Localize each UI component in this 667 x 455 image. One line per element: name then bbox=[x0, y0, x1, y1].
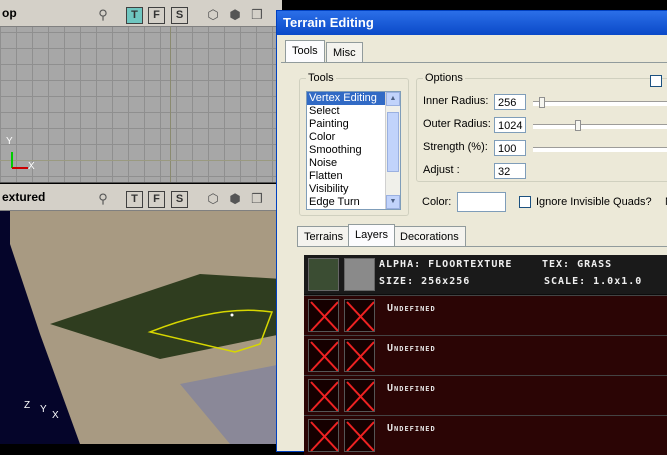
tab-terrains[interactable]: Terrains bbox=[297, 226, 351, 247]
front-view-button[interactable]: F bbox=[148, 191, 165, 208]
viewport-divider bbox=[0, 182, 282, 183]
tools-list[interactable]: Vertex Editing Select Painting Color Smo… bbox=[306, 91, 401, 210]
layer-size-text: SIZE: 256x256 bbox=[379, 276, 471, 287]
window-title[interactable]: Terrain Editing bbox=[277, 11, 667, 35]
tab-decorations[interactable]: Decorations bbox=[393, 226, 466, 247]
tools-group-label: Tools bbox=[306, 72, 336, 84]
layer-name: Undefined bbox=[387, 423, 436, 434]
layer-row[interactable]: Undefined bbox=[304, 415, 667, 455]
options-group-label: Options bbox=[423, 72, 465, 84]
outer-radius-input[interactable]: 1024 bbox=[494, 117, 526, 133]
ignore-invisible-checkbox[interactable] bbox=[519, 196, 531, 208]
cube-shaded-icon[interactable]: ⬢ bbox=[227, 7, 243, 23]
options-toggle-checkbox[interactable] bbox=[650, 75, 662, 87]
side-view-button[interactable]: S bbox=[171, 191, 188, 208]
layer-row[interactable]: Undefined bbox=[304, 375, 667, 415]
outer-radius-label: Outer Radius: bbox=[423, 118, 491, 130]
axis-x-label: X bbox=[52, 410, 59, 421]
terrain-editing-window[interactable]: Terrain Editing Tools Misc Tools Vertex … bbox=[276, 10, 667, 455]
subtab-divider bbox=[297, 246, 667, 247]
tab-divider bbox=[281, 62, 667, 63]
adjust-label: Adjust : bbox=[423, 164, 460, 176]
viewport-toolbar: extured ⚲ T F S ⬡ ⬢ ❒ bbox=[0, 184, 282, 211]
outer-radius-slider-track[interactable] bbox=[533, 124, 667, 129]
axis-z-label: Z bbox=[24, 400, 31, 411]
person-icon[interactable]: ⚲ bbox=[95, 191, 111, 207]
viewport-title: op bbox=[2, 6, 17, 20]
axis-y-label: Y bbox=[40, 404, 47, 415]
cube-solid-icon[interactable]: ❒ bbox=[249, 191, 265, 207]
viewport-title: extured bbox=[2, 190, 46, 204]
undefined-texture-icon bbox=[308, 339, 339, 372]
inner-radius-label: Inner Radius: bbox=[423, 95, 489, 107]
inner-radius-slider-thumb[interactable] bbox=[538, 97, 545, 108]
viewport-toolbar: op ⚲ T F S ⬡ ⬢ ❒ bbox=[0, 0, 282, 27]
options-group: Options Inner Radius: 256 Outer Radius: … bbox=[416, 72, 667, 182]
layer-name: Undefined bbox=[387, 303, 436, 314]
tools-scrollbar[interactable]: ▲ ▼ bbox=[385, 92, 400, 209]
axis-x-label: X bbox=[28, 161, 35, 172]
layer-alpha-text: ALPHA: FLOORTEXTURE bbox=[379, 259, 513, 270]
outer-radius-slider-thumb[interactable] bbox=[575, 120, 581, 131]
layers-panel[interactable]: ALPHA: FLOORTEXTURE TEX: GRASS SIZE: 256… bbox=[304, 255, 667, 455]
cube-view-icon[interactable]: ⬡ bbox=[205, 191, 221, 207]
undefined-alpha-icon bbox=[344, 339, 375, 372]
color-label: Color: bbox=[422, 196, 452, 208]
layer-row[interactable]: Undefined bbox=[304, 295, 667, 335]
tab-tools[interactable]: Tools bbox=[285, 40, 325, 62]
textured-viewport[interactable]: extured ⚲ T F S ⬡ ⬢ ❒ Z Y X bbox=[0, 184, 282, 444]
undefined-texture-icon bbox=[308, 299, 339, 332]
top-view-button[interactable]: T bbox=[126, 7, 143, 24]
person-icon[interactable]: ⚲ bbox=[95, 7, 111, 23]
undefined-texture-icon bbox=[308, 419, 339, 452]
top-view-button[interactable]: T bbox=[126, 191, 143, 208]
cube-view-icon[interactable]: ⬡ bbox=[205, 7, 221, 23]
layer-row[interactable]: Undefined bbox=[304, 335, 667, 375]
layer-scale-text: SCALE: 1.0x1.0 bbox=[544, 276, 643, 287]
front-view-button[interactable]: F bbox=[148, 7, 165, 24]
scroll-down-icon[interactable]: ▼ bbox=[386, 195, 400, 209]
alpha-preview bbox=[344, 258, 375, 291]
scroll-up-icon[interactable]: ▲ bbox=[386, 92, 400, 106]
texture-preview bbox=[308, 258, 339, 291]
layer-name: Undefined bbox=[387, 383, 436, 394]
axis-y-label: Y bbox=[6, 136, 13, 147]
active-layer-row[interactable]: ALPHA: FLOORTEXTURE TEX: GRASS SIZE: 256… bbox=[304, 255, 667, 294]
layer-tex-text: TEX: GRASS bbox=[542, 259, 613, 270]
ignore-invisible-label: Ignore Invisible Quads? bbox=[536, 196, 652, 208]
color-swatch[interactable] bbox=[457, 192, 506, 212]
undefined-alpha-icon bbox=[344, 419, 375, 452]
scroll-thumb[interactable] bbox=[387, 112, 399, 172]
tab-layers[interactable]: Layers bbox=[348, 224, 396, 246]
axis-gizmo bbox=[8, 138, 48, 181]
strength-input[interactable]: 100 bbox=[494, 140, 526, 156]
undefined-alpha-icon bbox=[344, 379, 375, 412]
top-viewport[interactable]: op ⚲ T F S ⬡ ⬢ ❒ Y X bbox=[0, 0, 282, 183]
side-view-button[interactable]: S bbox=[171, 7, 188, 24]
strength-label: Strength (%): bbox=[423, 141, 488, 153]
inner-radius-slider-track[interactable] bbox=[533, 101, 667, 106]
cube-solid-icon[interactable]: ❒ bbox=[249, 7, 265, 23]
inner-radius-input[interactable]: 256 bbox=[494, 94, 526, 110]
tab-misc[interactable]: Misc bbox=[326, 42, 363, 63]
undefined-texture-icon bbox=[308, 379, 339, 412]
tools-group: Tools Vertex Editing Select Painting Col… bbox=[299, 72, 409, 216]
cube-shaded-icon[interactable]: ⬢ bbox=[227, 191, 243, 207]
layer-name: Undefined bbox=[387, 343, 436, 354]
undefined-alpha-icon bbox=[344, 299, 375, 332]
strength-slider-track[interactable] bbox=[533, 147, 667, 152]
adjust-input[interactable]: 32 bbox=[494, 163, 526, 179]
